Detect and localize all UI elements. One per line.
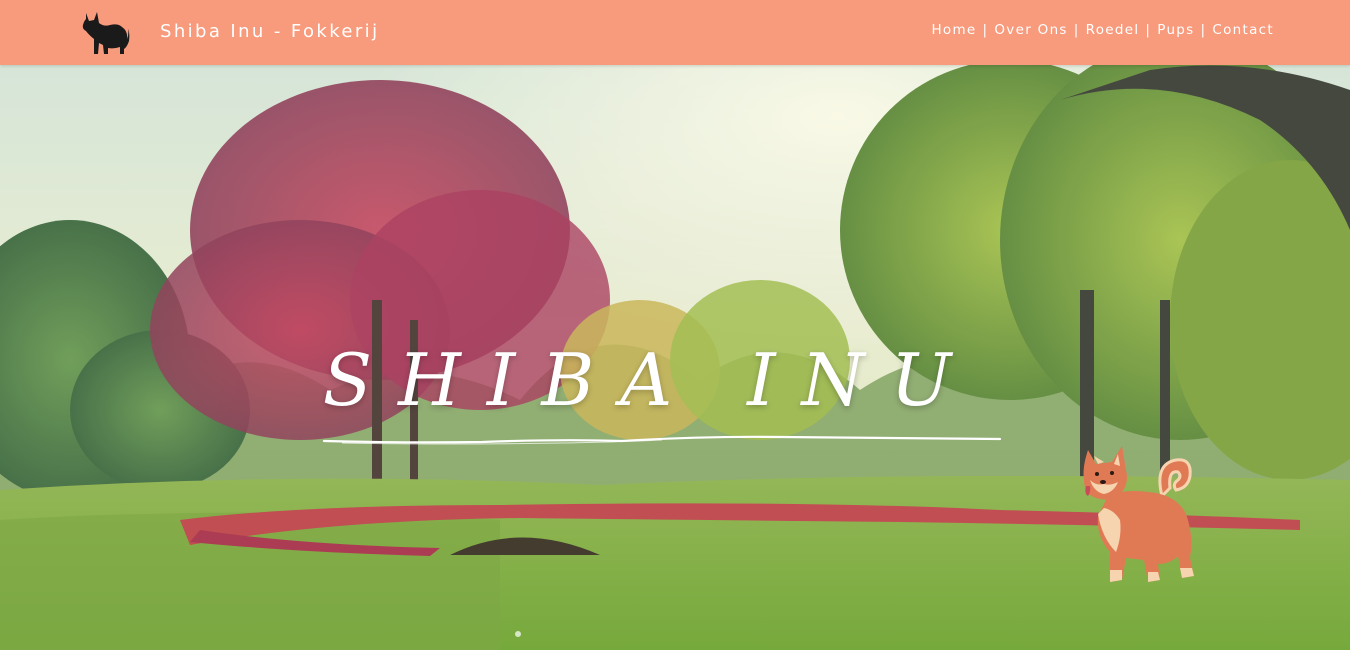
nav-separator: | [1200,22,1207,38]
site-brand-title[interactable]: Shiba Inu - Fokkerij [160,21,379,42]
nav-link-home[interactable]: Home [931,22,976,38]
nav-link-over-ons[interactable]: Over Ons [994,22,1067,38]
hero-title: SHIBA INU [322,338,978,422]
nav-link-roedel[interactable]: Roedel [1086,22,1140,38]
nav-link-contact[interactable]: Contact [1212,22,1274,38]
scroll-indicator-icon[interactable] [513,624,523,637]
shiba-inu-illustration-icon [1076,440,1204,588]
site-header: Shiba Inu - Fokkerij Home | Over Ons | R… [0,0,1350,65]
shiba-silhouette-icon[interactable] [80,9,130,55]
nav-separator: | [1145,22,1152,38]
nav-link-pups[interactable]: Pups [1157,22,1194,38]
nav-separator: | [1073,22,1080,38]
main-navigation: Home | Over Ons | Roedel | Pups | Contac… [931,22,1274,38]
nav-separator: | [982,22,989,38]
hero-title-underline [322,432,1002,446]
